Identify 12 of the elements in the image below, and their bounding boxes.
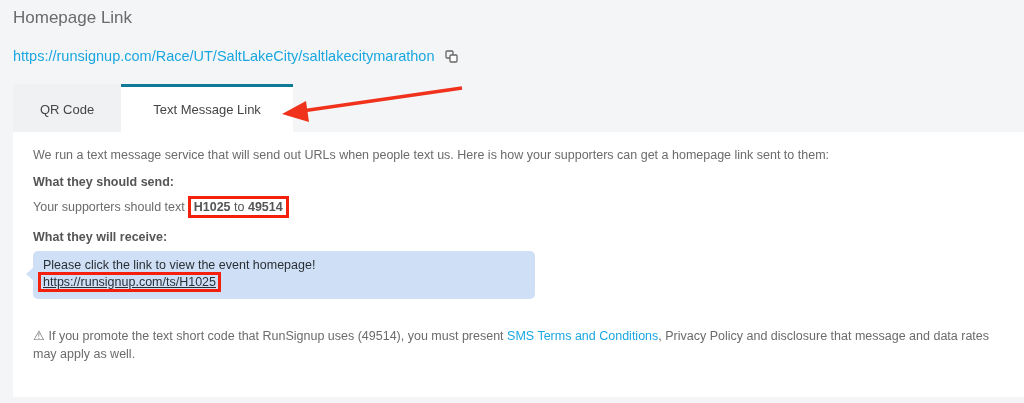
- tab[interactable]: QR Code: [13, 84, 122, 132]
- section-title: Homepage Link: [13, 8, 134, 28]
- text-code: H1025 to 49514: [187, 195, 289, 218]
- warning-note: ⚠ If you promote the text short code that RunSignup uses (49514), you must present SMS Terms and Conditions, Privacy Policy and disclosure that message and data rates may apply as well.: [33, 327, 991, 363]
- send-heading: What they should send:: [33, 174, 175, 189]
- message-link[interactable]: https://runsignup.com/ts/H1025: [38, 271, 221, 292]
- intro-text: We run a text message service that will send out URLs when people text us. Here is how your supporters can get a homepage link sent to them:: [33, 147, 830, 164]
- message-text: Please click the link to view the event homepage!: [43, 257, 317, 272]
- copy-icon[interactable]: [444, 49, 458, 63]
- instruction-text: Your supporters should text: [33, 199, 185, 214]
- receive-heading: What they will receive:: [33, 229, 169, 244]
- tab[interactable]: Text Message Link: [121, 84, 293, 132]
